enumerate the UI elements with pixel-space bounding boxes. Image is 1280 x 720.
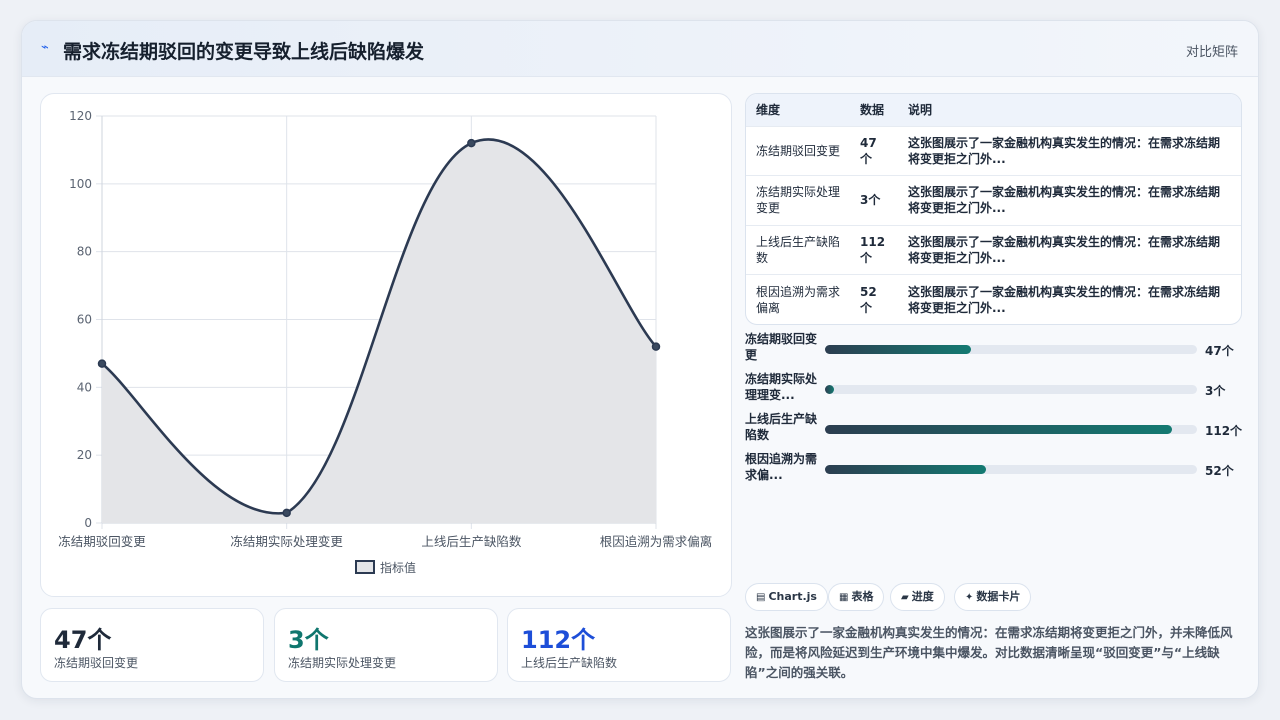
stat-label: 冻结期驳回变更 (54, 656, 139, 670)
stat-card-defects: 112个 上线后生产缺陷数 (507, 608, 731, 682)
column-header: 说明 (908, 103, 933, 118)
y-tick-label: 0 (84, 516, 92, 530)
stat-label: 冻结期实际处理变更 (288, 656, 397, 670)
chip-table[interactable]: ▦ 表格 (828, 583, 885, 611)
column-header: 维度 (756, 103, 781, 118)
y-tick-label: 100 (69, 177, 92, 191)
table-cell-value: 3个 (850, 175, 898, 225)
table-row: 根因追溯为需求偏离 52个 这张图展示了一家金融机构真实发生的情况：在需求冻结期… (746, 274, 1241, 324)
progress-row: 根因追溯为需求偏... 52个 (745, 451, 1245, 487)
progress-fill (825, 465, 987, 474)
data-point (467, 138, 476, 148)
chip-label: Chart.js (768, 590, 817, 603)
x-tick-label: 上线后生产缺陷数 (421, 534, 522, 549)
comparison-table-panel: 维度 数据 说明 冻结期驳回变更 47个 这张图展示了一家金融机构真实发生的情况… (745, 93, 1242, 325)
column-header: 数据 (860, 103, 885, 118)
chip-label: 数据卡片 (976, 590, 1021, 603)
progress-fill (825, 425, 1173, 434)
table-cell-dimension: 根因追溯为需求偏离 (746, 274, 850, 324)
progress-track (825, 465, 1197, 474)
progress-value: 52个 (1205, 464, 1234, 478)
x-tick-label: 冻结期实际处理变更 (230, 534, 343, 549)
chart-icon: ▤ (756, 592, 766, 603)
stat-value: 47个 (54, 626, 112, 654)
y-tick-label: 20 (77, 448, 92, 462)
progress-fill (825, 385, 835, 394)
sparkle-icon: ✦ (965, 592, 974, 603)
chip-progress[interactable]: ▰ 进度 (890, 583, 945, 611)
y-tick-label: 80 (77, 245, 92, 259)
table-header-row: 维度 数据 说明 (746, 94, 1241, 126)
comparison-matrix-link[interactable]: 对比矩阵 (1186, 41, 1238, 60)
lightning-icon: ⌁ (41, 40, 49, 55)
progress-track (825, 345, 1197, 354)
progress-icon: ▰ (901, 592, 909, 603)
table-cell-value: 52个 (850, 274, 898, 324)
dashboard-card: ⌁ 需求冻结期驳回的变更导致上线后缺陷爆发 对比矩阵 0 20 40 60 80 100 1… (21, 20, 1259, 699)
legend-swatch (355, 560, 375, 574)
stat-card-processed: 3个 冻结期实际处理变更 (274, 608, 498, 682)
progress-track (825, 425, 1197, 434)
progress-label: 冻结期驳回变更 (745, 332, 818, 362)
table-cell-dimension: 上线后生产缺陷数 (746, 224, 850, 275)
table-cell-dimension: 冻结期驳回变更 (746, 125, 850, 176)
table-cell-description: 这张图展示了一家金融机构真实发生的情况：在需求冻结期将变更拒之门外... (898, 224, 1241, 275)
stat-label: 上线后生产缺陷数 (521, 656, 618, 670)
table-cell-description: 这张图展示了一家金融机构真实发生的情况：在需求冻结期将变更拒之门外... (898, 274, 1241, 324)
progress-row: 冻结期驳回变更 47个 (745, 331, 1245, 367)
series-area (102, 139, 656, 523)
data-point (97, 359, 107, 368)
chip-data-card[interactable]: ✦ 数据卡片 (954, 583, 1032, 611)
progress-fill (825, 345, 971, 354)
x-tick-label: 根因追溯为需求偏离 (600, 534, 713, 549)
chip-label: 表格 (851, 590, 874, 603)
progress-track (825, 385, 1197, 394)
table-cell-value: 112个 (850, 224, 898, 275)
summary-text: 这张图展示了一家金融机构真实发生的情况：在需求冻结期将变更拒之门外，并未降低风险… (745, 625, 1233, 680)
stat-value: 3个 (288, 626, 329, 654)
chip-label: 进度 (911, 590, 934, 603)
header-bar: ⌁ 需求冻结期驳回的变更导致上线后缺陷爆发 对比矩阵 (22, 21, 1258, 77)
stat-card-rejected: 47个 冻结期驳回变更 (40, 608, 264, 682)
table-row: 上线后生产缺陷数 112个 这张图展示了一家金融机构真实发生的情况：在需求冻结期… (746, 224, 1241, 275)
progress-value: 3个 (1205, 384, 1226, 398)
progress-value: 112个 (1205, 424, 1243, 438)
comparison-table: 维度 数据 说明 冻结期驳回变更 47个 这张图展示了一家金融机构真实发生的情况… (746, 94, 1241, 324)
table-cell-description: 这张图展示了一家金融机构真实发生的情况：在需求冻结期将变更拒之门外... (898, 175, 1241, 225)
progress-row: 冻结期实际处理理变... 3个 (745, 371, 1245, 407)
progress-label: 冻结期实际处理理变... (745, 372, 818, 402)
y-tick-label: 40 (77, 380, 92, 394)
table-icon: ▦ (839, 592, 849, 603)
page-title: 需求冻结期驳回的变更导致上线后缺陷爆发 (63, 41, 425, 63)
stat-value: 112个 (521, 626, 596, 654)
progress-value: 47个 (1205, 344, 1234, 358)
y-tick-label: 120 (69, 109, 92, 123)
table-row: 冻结期驳回变更 47个 这张图展示了一家金融机构真实发生的情况：在需求冻结期将变… (746, 125, 1241, 176)
x-tick-label: 冻结期驳回变更 (58, 534, 146, 549)
data-point (282, 508, 291, 518)
data-point (651, 342, 661, 351)
y-tick-label: 60 (77, 313, 92, 327)
chip-chartjs[interactable]: ▤ Chart.js (745, 583, 828, 611)
progress-row: 上线后生产缺陷数 112个 (745, 411, 1245, 447)
legend-label: 指标值 (380, 560, 416, 575)
line-chart-panel: 0 20 40 60 80 100 120 冻结期驳回变更 冻结期实际处理变更 上线后生产缺陷数 根… (40, 93, 732, 597)
table-row: 冻结期实际处理变更 3个 这张图展示了一家金融机构真实发生的情况：在需求冻结期将… (746, 175, 1241, 225)
table-cell-value: 47个 (850, 125, 898, 176)
line-chart: 0 20 40 60 80 100 120 冻结期驳回变更 冻结期实际处理变更 上线后生产缺陷数 根… (58, 109, 713, 575)
table-cell-description: 这张图展示了一家金融机构真实发生的情况：在需求冻结期将变更拒之门外... (898, 125, 1241, 176)
progress-label: 上线后生产缺陷数 (745, 412, 818, 442)
table-cell-dimension: 冻结期实际处理变更 (746, 175, 850, 225)
progress-label: 根因追溯为需求偏... (745, 452, 818, 482)
